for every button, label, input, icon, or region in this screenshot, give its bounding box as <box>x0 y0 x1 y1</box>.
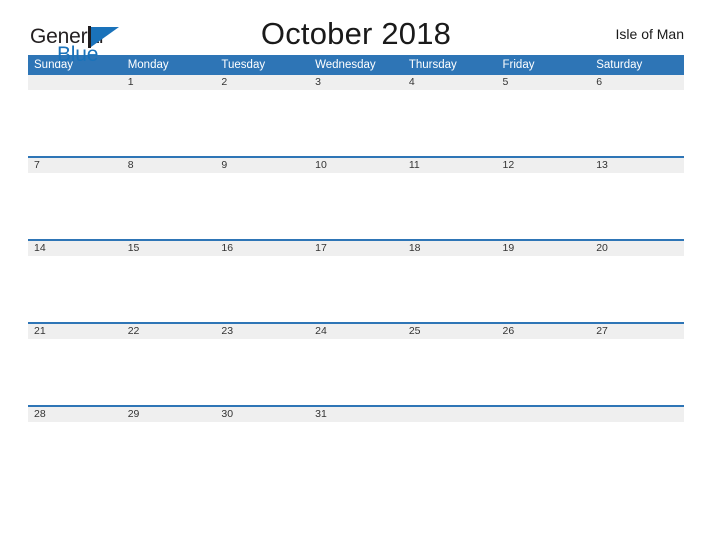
day-number: 17 <box>309 241 403 256</box>
calendar-day-cell[interactable] <box>590 405 684 488</box>
day-number: 6 <box>590 75 684 90</box>
day-number: 9 <box>215 158 310 173</box>
calendar-day-cell[interactable]: 19 <box>496 239 591 323</box>
day-number: 13 <box>590 158 684 173</box>
day-number: 4 <box>402 75 497 90</box>
weekday-header-tuesday: Tuesday <box>215 55 310 75</box>
calendar-day-cell[interactable]: 1 <box>121 75 216 157</box>
weekday-header-thursday: Thursday <box>402 55 497 75</box>
day-number: 29 <box>121 407 216 422</box>
calendar-day-cell[interactable]: 29 <box>121 405 216 488</box>
weekday-header-wednesday: Wednesday <box>309 55 403 75</box>
day-number: 31 <box>309 407 403 422</box>
day-number: 14 <box>28 241 122 256</box>
day-number: 8 <box>121 158 216 173</box>
calendar-day-cell[interactable]: 11 <box>402 156 497 240</box>
calendar-day-cell[interactable]: 18 <box>402 239 497 323</box>
calendar-day-cell[interactable]: 14 <box>28 239 122 323</box>
calendar-body: 1 2 3 4 5 6 7 8 9 10 11 12 13 14 15 16 1… <box>28 75 684 488</box>
weekday-header-friday: Friday <box>496 55 591 75</box>
calendar-day-cell[interactable]: 12 <box>496 156 591 240</box>
day-number: 3 <box>309 75 403 90</box>
day-number: 5 <box>496 75 591 90</box>
day-number: 19 <box>496 241 591 256</box>
calendar-day-cell[interactable]: 4 <box>402 75 497 157</box>
locale-label: Isle of Man <box>615 26 684 42</box>
calendar-day-cell[interactable]: 16 <box>215 239 310 323</box>
page-title: October 2018 <box>260 16 452 51</box>
calendar-grid: Sunday Monday Tuesday Wednesday Thursday… <box>28 55 684 488</box>
day-number: 30 <box>215 407 310 422</box>
page-header: General Blue October 2018 Isle of Man <box>28 0 684 65</box>
day-number: 25 <box>402 324 497 339</box>
day-number <box>402 407 497 422</box>
calendar-day-cell[interactable]: 2 <box>215 75 310 157</box>
day-number: 2 <box>215 75 310 90</box>
day-number: 7 <box>28 158 122 173</box>
calendar-week-row: 21 22 23 24 25 26 27 <box>28 322 684 406</box>
day-number: 11 <box>402 158 497 173</box>
calendar-day-cell[interactable]: 17 <box>309 239 403 323</box>
calendar-day-cell[interactable]: 7 <box>28 156 122 240</box>
calendar-day-cell[interactable]: 6 <box>590 75 684 157</box>
day-number: 27 <box>590 324 684 339</box>
day-number: 24 <box>309 324 403 339</box>
calendar-week-row: 14 15 16 17 18 19 20 <box>28 239 684 323</box>
day-number: 20 <box>590 241 684 256</box>
calendar-day-cell[interactable]: 28 <box>28 405 122 488</box>
day-number: 18 <box>402 241 497 256</box>
day-number <box>28 75 122 90</box>
day-number: 10 <box>309 158 403 173</box>
calendar-day-cell[interactable]: 27 <box>590 322 684 406</box>
calendar-day-cell[interactable]: 8 <box>121 156 216 240</box>
day-number: 15 <box>121 241 216 256</box>
day-number: 21 <box>28 324 122 339</box>
calendar-page: General Blue October 2018 Isle of Man Su… <box>0 0 712 550</box>
calendar-day-cell[interactable]: 31 <box>309 405 403 488</box>
calendar-table: Sunday Monday Tuesday Wednesday Thursday… <box>28 55 684 488</box>
calendar-day-cell[interactable] <box>28 75 122 157</box>
calendar-day-cell[interactable] <box>402 405 497 488</box>
calendar-day-cell[interactable]: 20 <box>590 239 684 323</box>
day-number: 22 <box>121 324 216 339</box>
day-number: 23 <box>215 324 310 339</box>
day-number: 1 <box>121 75 216 90</box>
calendar-day-cell[interactable] <box>496 405 591 488</box>
calendar-day-cell[interactable]: 26 <box>496 322 591 406</box>
calendar-week-row: 7 8 9 10 11 12 13 <box>28 156 684 240</box>
day-number <box>496 407 591 422</box>
weekday-header-saturday: Saturday <box>590 55 684 75</box>
calendar-day-cell[interactable]: 10 <box>309 156 403 240</box>
day-number: 28 <box>28 407 122 422</box>
calendar-day-cell[interactable]: 9 <box>215 156 310 240</box>
calendar-day-cell[interactable]: 15 <box>121 239 216 323</box>
day-number: 16 <box>215 241 310 256</box>
calendar-day-cell[interactable]: 21 <box>28 322 122 406</box>
calendar-day-cell[interactable]: 5 <box>496 75 591 157</box>
calendar-day-cell[interactable]: 25 <box>402 322 497 406</box>
day-number: 26 <box>496 324 591 339</box>
calendar-day-cell[interactable]: 3 <box>309 75 403 157</box>
calendar-day-cell[interactable]: 23 <box>215 322 310 406</box>
day-number <box>590 407 684 422</box>
calendar-day-cell[interactable]: 30 <box>215 405 310 488</box>
calendar-week-row: 1 2 3 4 5 6 <box>28 75 684 157</box>
calendar-week-row: 28 29 30 31 <box>28 405 684 488</box>
calendar-day-cell[interactable]: 13 <box>590 156 684 240</box>
calendar-day-cell[interactable]: 24 <box>309 322 403 406</box>
day-number: 12 <box>496 158 591 173</box>
calendar-day-cell[interactable]: 22 <box>121 322 216 406</box>
